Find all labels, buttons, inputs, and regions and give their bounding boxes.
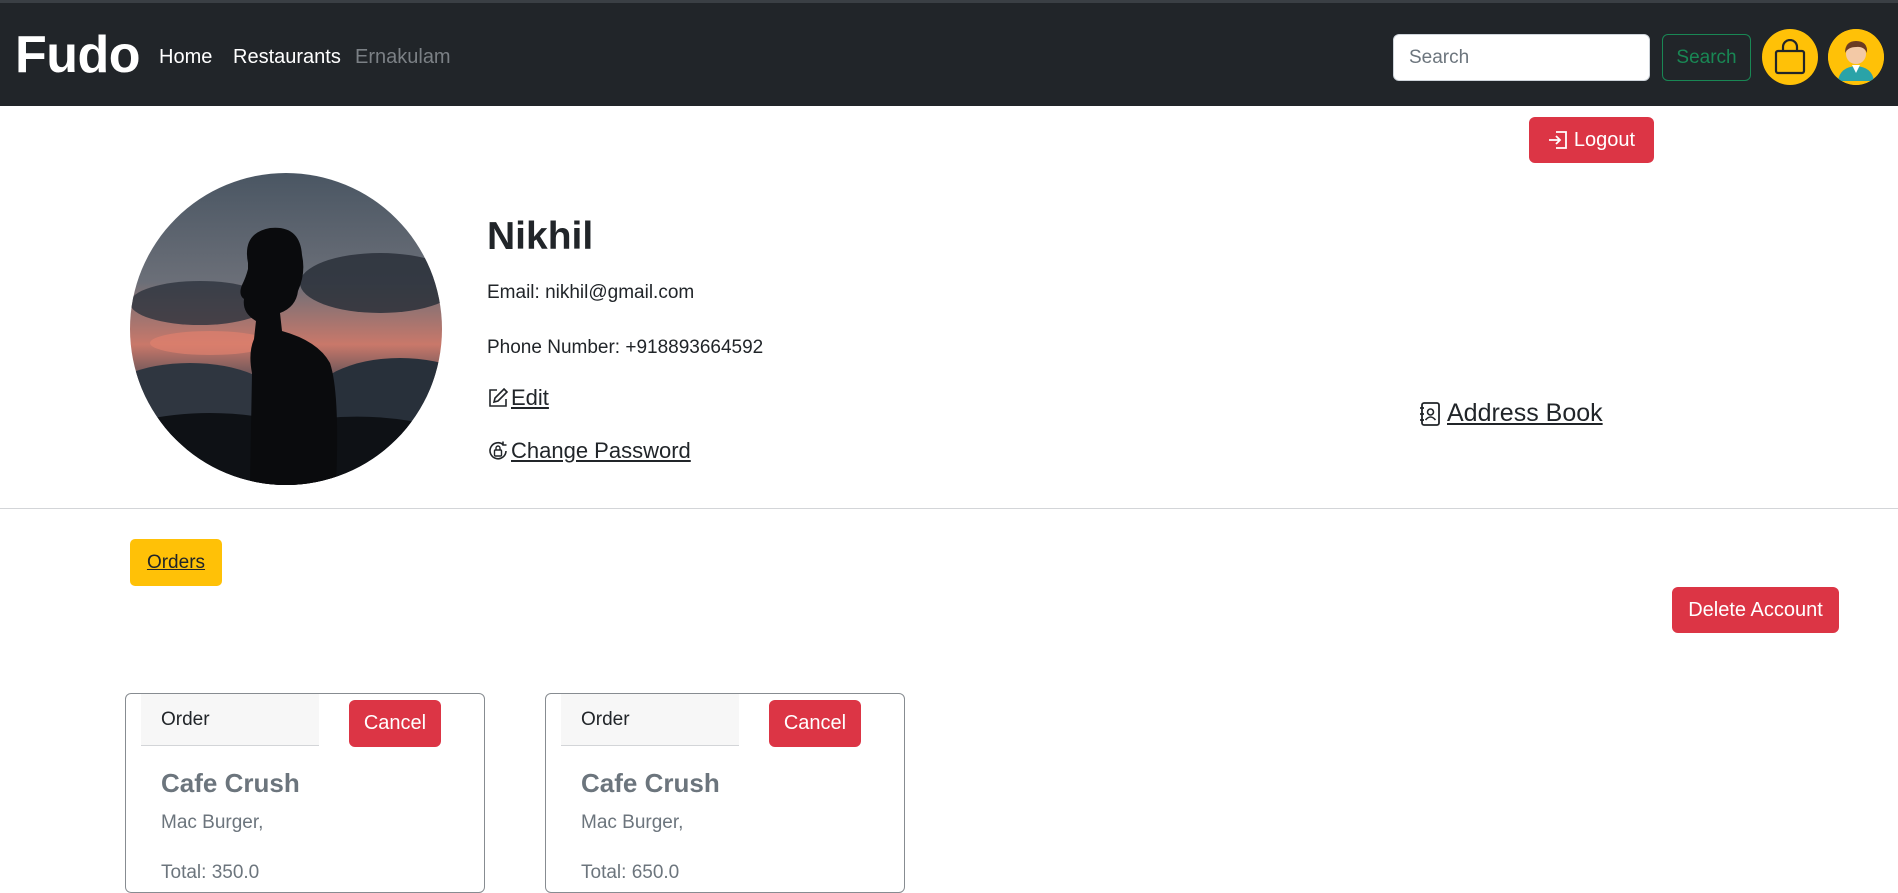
profile-name: Nikhil	[487, 215, 594, 258]
navbar: Fudo Home Restaurants Ernakulam Search	[0, 0, 1898, 106]
logout-label: Logout	[1573, 128, 1636, 151]
nav-link-home[interactable]: Home	[159, 46, 212, 69]
logout-button[interactable]: Logout	[1529, 117, 1654, 163]
change-password-label: Change Password	[511, 438, 691, 463]
search-button[interactable]: Search	[1662, 34, 1751, 81]
delete-account-button[interactable]: Delete Account	[1672, 587, 1839, 633]
cancel-order-button[interactable]: Cancel	[769, 700, 861, 747]
nav-link-location[interactable]: Ernakulam	[355, 46, 451, 69]
logout-icon	[1548, 131, 1567, 149]
order-card-header: Order	[561, 694, 739, 746]
profile-email: Email: nikhil@gmail.com	[487, 282, 695, 303]
tab-orders[interactable]: Orders	[130, 539, 222, 586]
lock-refresh-icon	[489, 441, 507, 460]
order-card-header: Order	[141, 694, 319, 746]
address-book-icon	[1420, 401, 1440, 426]
cancel-order-button[interactable]: Cancel	[349, 700, 441, 747]
edit-label: Edit	[511, 385, 549, 410]
profile-photo	[130, 173, 442, 485]
order-total: Total: 650.0	[581, 862, 680, 883]
section-divider	[0, 508, 1898, 509]
cart-button[interactable]	[1762, 29, 1818, 85]
user-avatar-icon	[1828, 29, 1884, 85]
order-total: Total: 350.0	[161, 862, 260, 883]
order-items: Mac Burger,	[161, 812, 264, 833]
profile-phone: Phone Number: +918893664592	[487, 337, 764, 358]
edit-profile-link[interactable]: Edit	[487, 385, 549, 411]
order-restaurant-name: Cafe Crush	[581, 768, 720, 798]
change-password-link[interactable]: Change Password	[487, 438, 691, 464]
address-book-label: Address Book	[1447, 399, 1603, 427]
brand-logo[interactable]: Fudo	[15, 25, 141, 85]
order-restaurant-name: Cafe Crush	[161, 768, 300, 798]
address-book-link[interactable]: Address Book	[1419, 399, 1603, 428]
profile-avatar-button[interactable]	[1828, 29, 1884, 85]
pencil-square-icon	[489, 387, 509, 407]
order-card: Order Cancel Cafe Crush Mac Burger, Tota…	[125, 693, 485, 893]
order-items: Mac Burger,	[581, 812, 684, 833]
shopping-bag-icon	[1774, 39, 1806, 75]
nav-link-restaurants[interactable]: Restaurants	[233, 46, 341, 69]
order-card: Order Cancel Cafe Crush Mac Burger, Tota…	[545, 693, 905, 893]
search-input[interactable]	[1393, 34, 1650, 81]
